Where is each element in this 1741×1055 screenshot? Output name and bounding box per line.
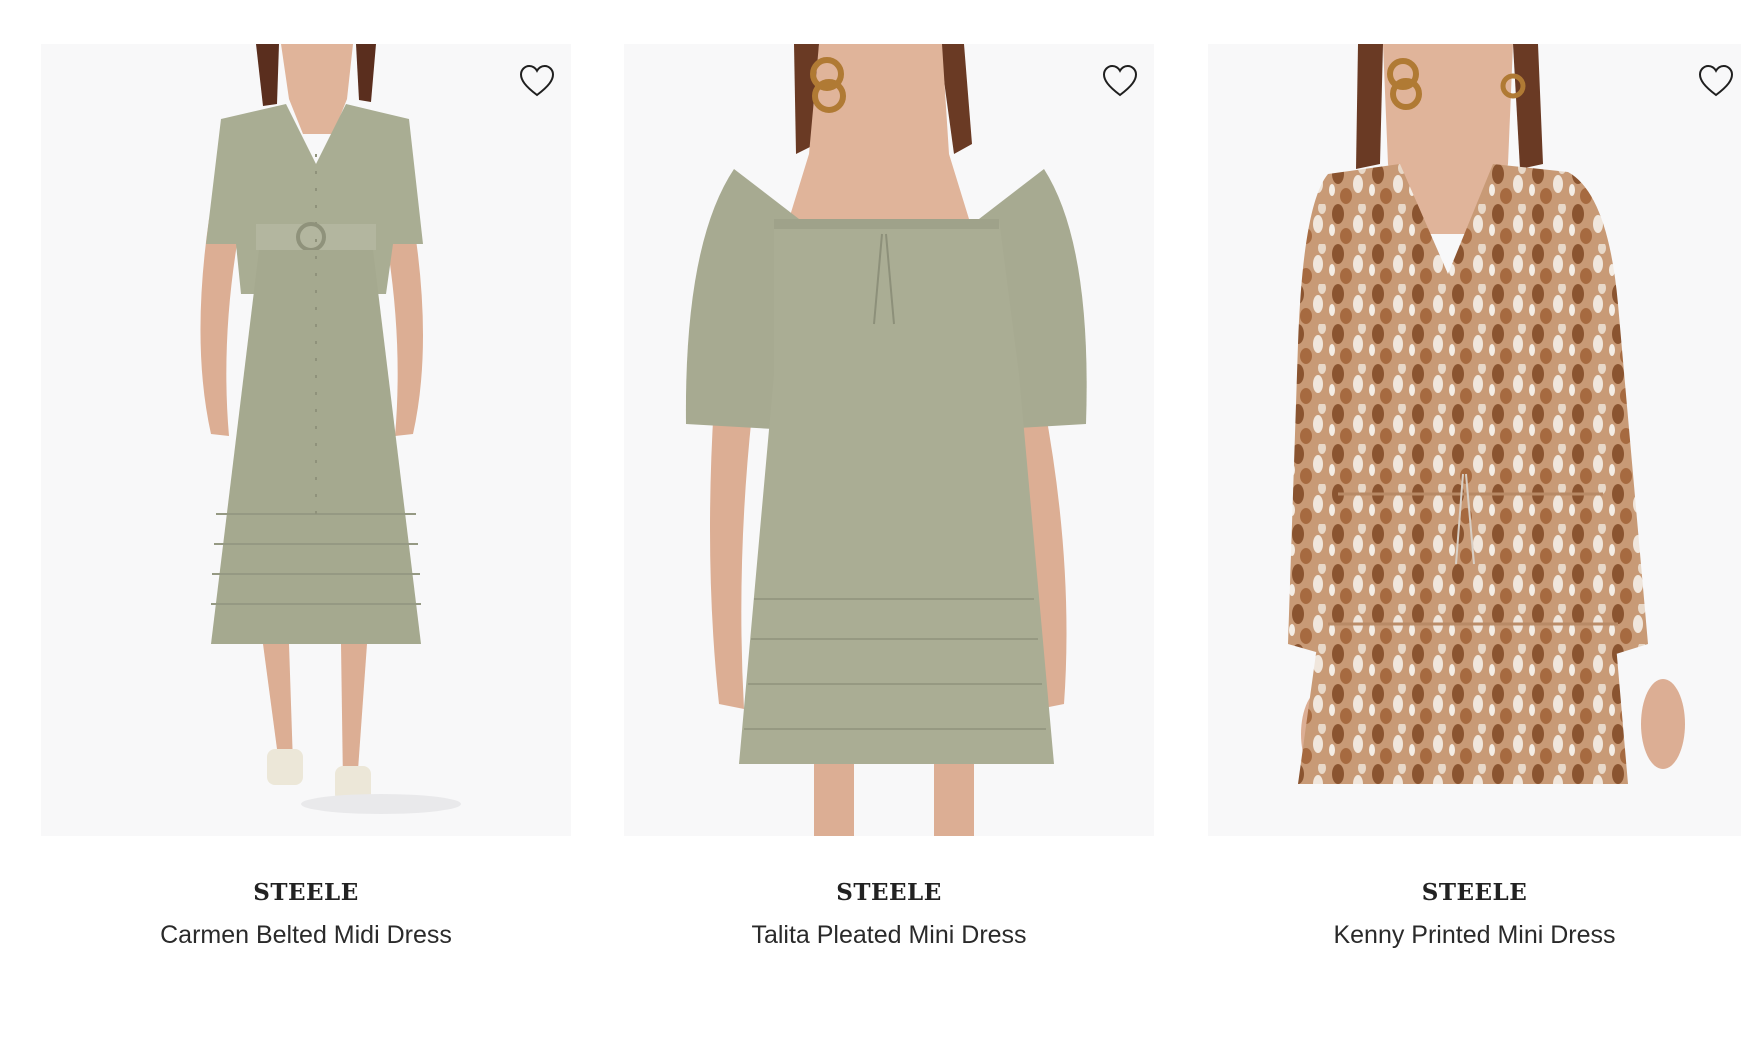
wishlist-button[interactable] — [1101, 62, 1139, 100]
product-brand[interactable]: STEELE — [41, 878, 571, 908]
heart-outline-icon — [519, 64, 555, 97]
product-image[interactable] — [1208, 44, 1741, 836]
heart-outline-icon — [1698, 64, 1734, 97]
product-image[interactable] — [624, 44, 1154, 836]
dress-photo-icon — [685, 44, 1087, 836]
wishlist-button[interactable] — [518, 62, 556, 100]
product-name[interactable]: Carmen Belted Midi Dress — [41, 920, 571, 950]
product-grid: STEELE Carmen Belted Midi Dress STEELE T… — [0, 0, 1741, 1055]
product-info: STEELE Talita Pleated Mini Dress — [624, 836, 1154, 950]
product-brand[interactable]: STEELE — [1208, 878, 1741, 908]
product-card[interactable]: STEELE Carmen Belted Midi Dress — [41, 44, 571, 950]
wishlist-button[interactable] — [1697, 62, 1735, 100]
product-info: STEELE Kenny Printed Mini Dress — [1208, 836, 1741, 950]
product-card[interactable]: STEELE Kenny Printed Mini Dress — [1208, 44, 1741, 950]
product-info: STEELE Carmen Belted Midi Dress — [41, 836, 571, 950]
product-name[interactable]: Talita Pleated Mini Dress — [624, 920, 1154, 950]
dress-photo-icon — [200, 44, 461, 814]
dress-photo-icon — [1288, 44, 1685, 784]
product-name[interactable]: Kenny Printed Mini Dress — [1208, 920, 1741, 950]
product-brand[interactable]: STEELE — [624, 878, 1154, 908]
product-image[interactable] — [41, 44, 571, 836]
heart-outline-icon — [1102, 64, 1138, 97]
product-card[interactable]: STEELE Talita Pleated Mini Dress — [624, 44, 1154, 950]
